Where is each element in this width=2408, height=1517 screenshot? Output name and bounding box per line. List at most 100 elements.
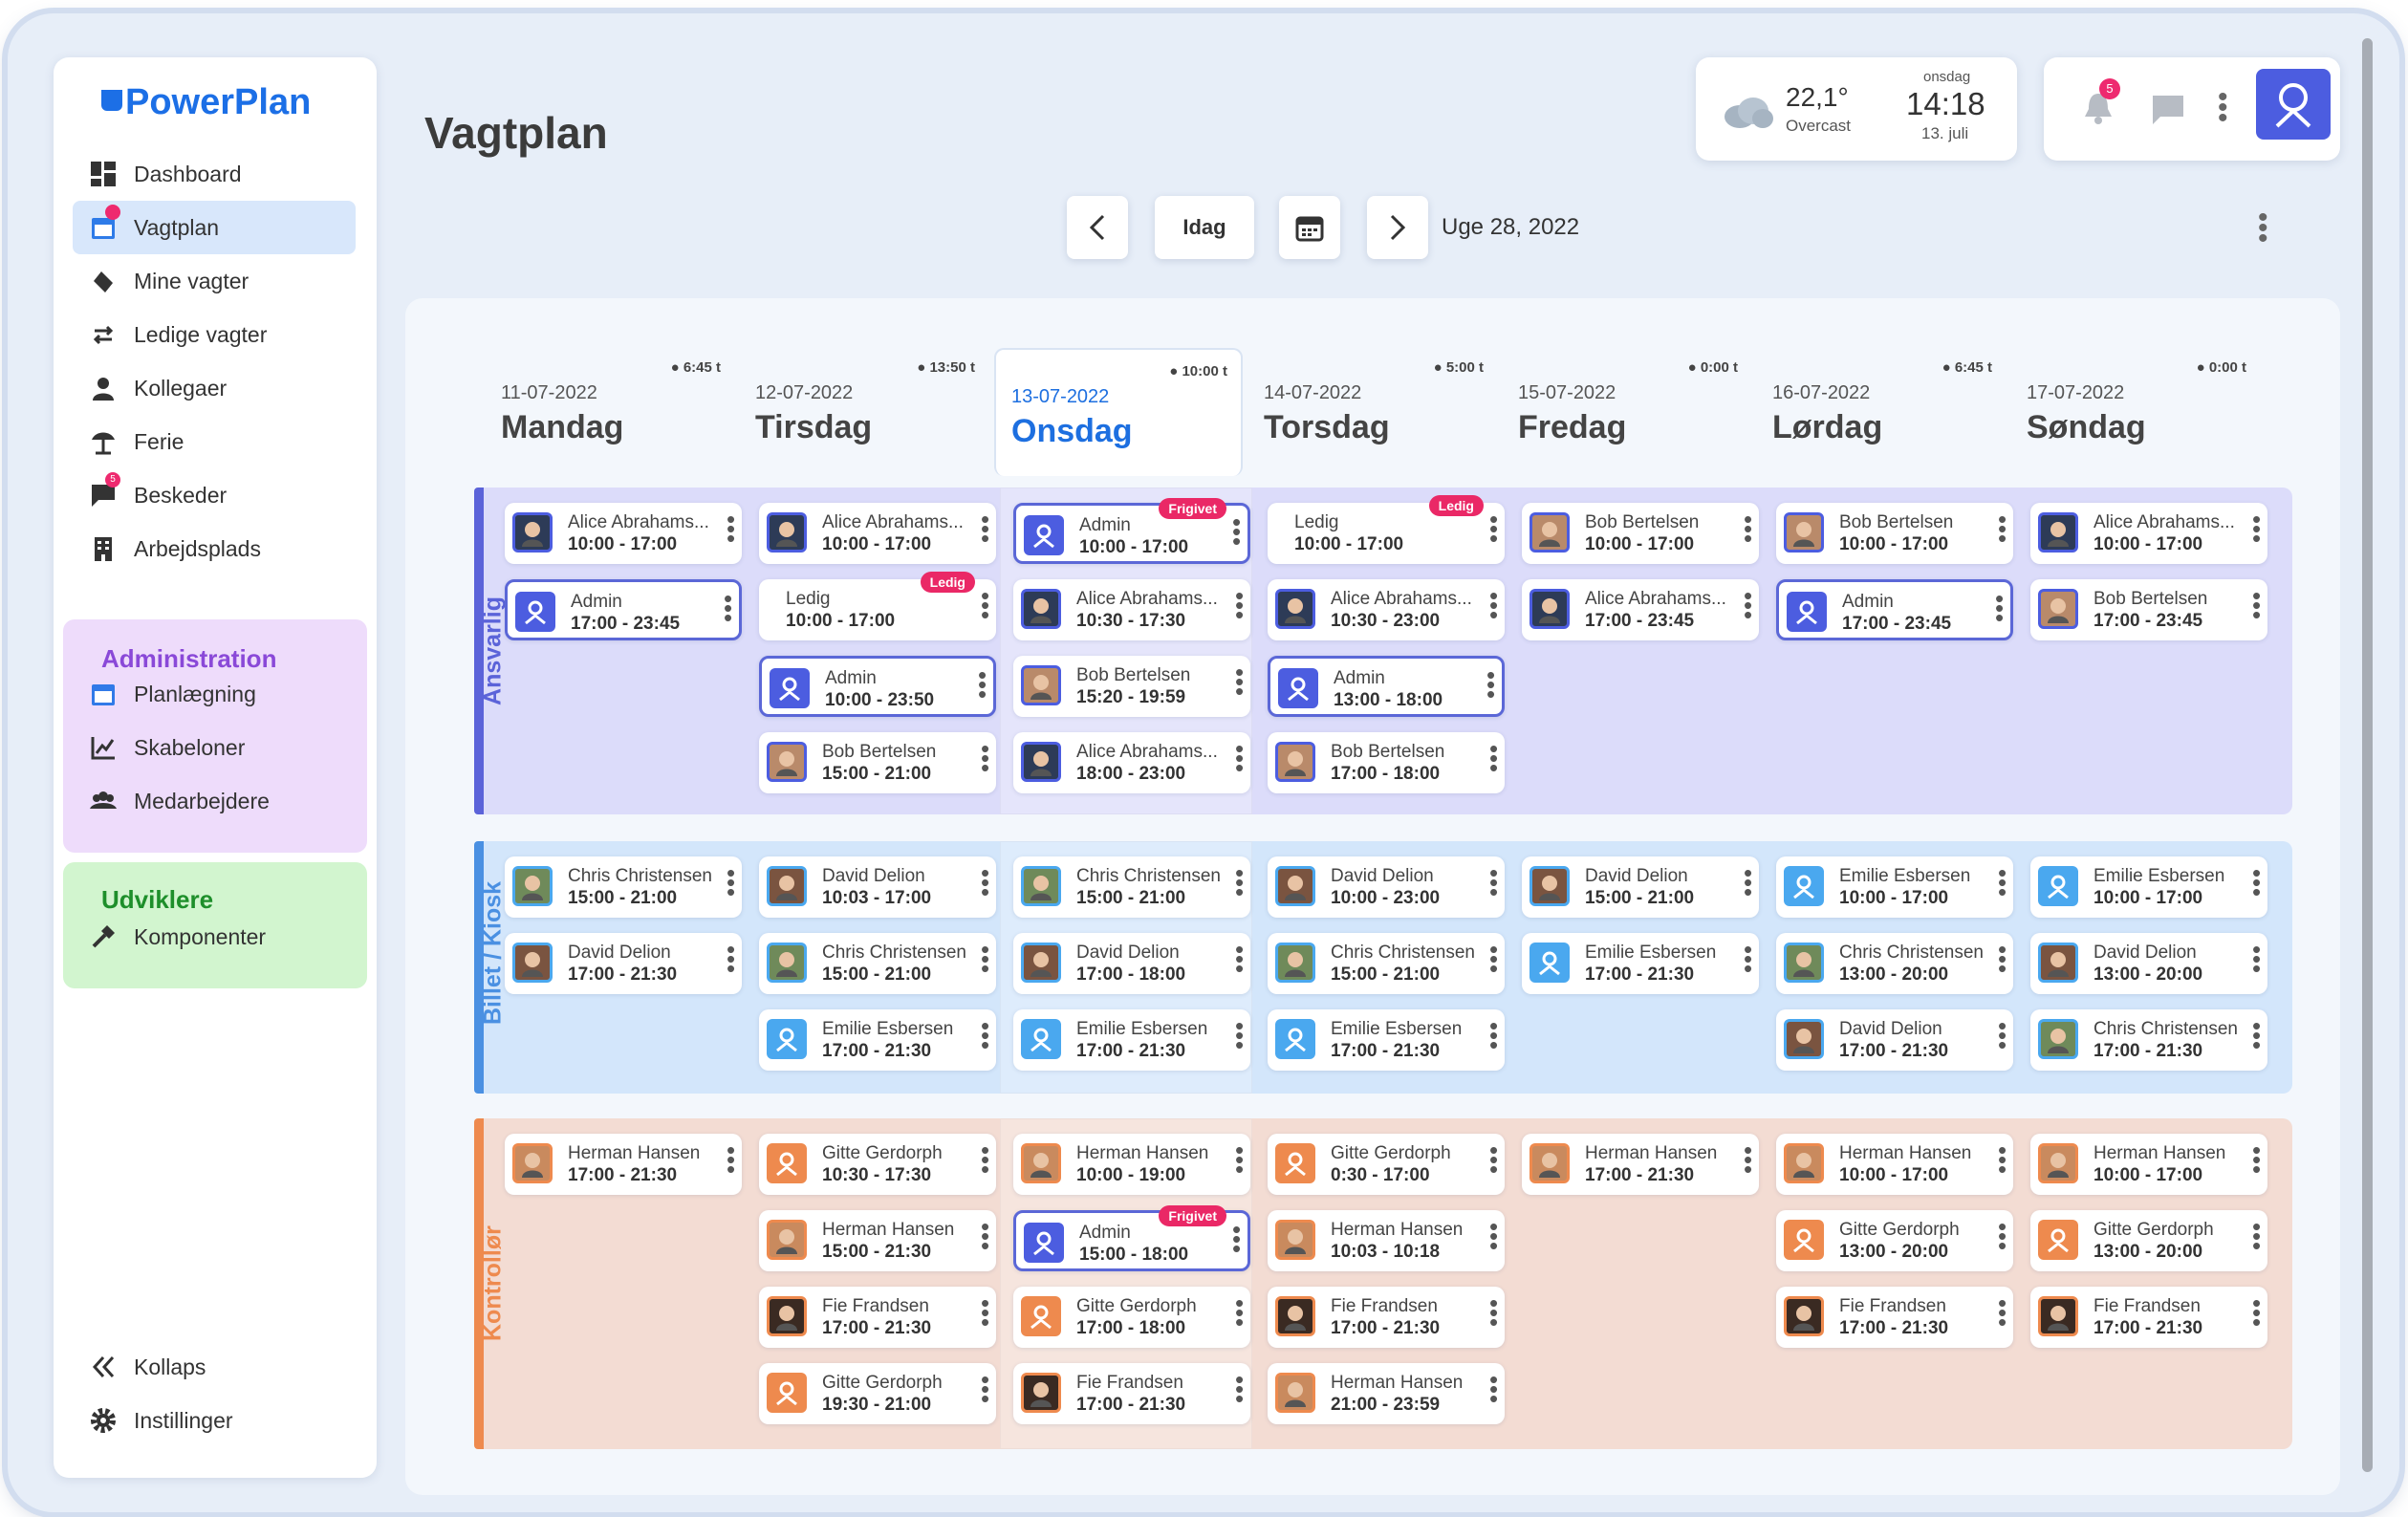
more-icon[interactable]: • • • xyxy=(1998,860,2007,904)
sidebar-item-arbejdsplads[interactable]: Arbejdsplads xyxy=(73,522,356,575)
sidebar-item-mine-vagter[interactable]: Mine vagter xyxy=(73,254,356,308)
shift-card[interactable]: Alice Abrahams... 10:00 - 17:00 • • • xyxy=(2030,503,2267,564)
shift-card[interactable]: Chris Christensen 15:00 - 21:00 • • • xyxy=(1013,856,1250,918)
shift-card[interactable]: David Delion 10:03 - 17:00 • • • xyxy=(759,856,996,918)
more-icon[interactable]: • • • xyxy=(724,586,732,630)
more-icon[interactable]: • • • xyxy=(1235,736,1244,780)
shift-card[interactable]: Herman Hansen 10:00 - 17:00 • • • xyxy=(1776,1134,2013,1195)
more-icon[interactable]: • • • xyxy=(1998,1138,2007,1181)
shift-card[interactable]: Gitte Gerdorph 0:30 - 17:00 • • • xyxy=(1268,1134,1505,1195)
day-header[interactable]: ● 0:00 t 15-07-2022 Fredag xyxy=(1503,346,1751,470)
more-icon[interactable]: • • • xyxy=(727,1138,735,1181)
sidebar-item-beskeder[interactable]: 5 Beskeder xyxy=(73,468,356,522)
admin-item-2[interactable]: Medarbejdere xyxy=(73,774,356,828)
sidebar-item-ledige-vagter[interactable]: Ledige vagter xyxy=(73,308,356,361)
more-icon[interactable]: • • • xyxy=(1998,1214,2007,1258)
more-icon[interactable]: • • • xyxy=(981,1214,989,1258)
shift-card[interactable]: Emilie Esbersen 10:00 - 17:00 • • • xyxy=(1776,856,2013,918)
more-icon[interactable]: • • • xyxy=(2252,507,2261,551)
profile-avatar[interactable] xyxy=(2256,69,2331,140)
shift-card[interactable]: Admin 17:00 - 23:45 • • • xyxy=(1776,579,2013,640)
today-button[interactable]: Idag xyxy=(1155,196,1254,259)
shift-card[interactable]: Fie Frandsen 17:00 - 21:30 • • • xyxy=(1268,1287,1505,1348)
bell-icon[interactable]: 5 xyxy=(2082,78,2120,124)
shift-card[interactable]: Ledig 10:00 - 17:00 • • • Ledig xyxy=(1268,495,1505,564)
shift-card[interactable]: Gitte Gerdorph 13:00 - 20:00 • • • xyxy=(1776,1210,2013,1271)
more-icon[interactable]: • • • xyxy=(981,937,989,981)
more-icon[interactable]: • • • xyxy=(2252,1290,2261,1334)
more-icon[interactable]: • • • xyxy=(1998,1290,2007,1334)
shift-card[interactable]: Chris Christensen 15:00 - 21:00 • • • xyxy=(759,933,996,994)
more-icon[interactable]: • • • xyxy=(1744,937,1752,981)
day-header[interactable]: ● 13:50 t 12-07-2022 Tirsdag xyxy=(740,346,988,470)
shift-card[interactable]: David Delion 15:00 - 21:00 • • • xyxy=(1522,856,1759,918)
more-icon[interactable]: • • • xyxy=(981,1367,989,1411)
scrollbar[interactable] xyxy=(2362,38,2373,1472)
more-icon[interactable]: • • • xyxy=(1235,1013,1244,1057)
more-icon[interactable]: • • • xyxy=(1489,583,1498,627)
shift-card[interactable]: Admin 10:00 - 17:00 • • • Frigivet xyxy=(1013,498,1250,564)
sidebar-item-vagtplan[interactable]: Vagtplan xyxy=(73,201,356,254)
more-icon[interactable]: • • • xyxy=(727,507,735,551)
sidebar-item-ferie[interactable]: Ferie xyxy=(73,415,356,468)
calendar-button[interactable] xyxy=(1279,196,1340,259)
sidebar-item-kollegaer[interactable]: Kollegaer xyxy=(73,361,356,415)
more-icon[interactable]: • • • xyxy=(978,662,987,706)
more-icon[interactable]: • • • xyxy=(1235,660,1244,704)
more-icon[interactable]: • • • xyxy=(1489,1367,1498,1411)
more-icon[interactable]: • • • xyxy=(1489,1290,1498,1334)
shift-card[interactable]: David Delion 17:00 - 21:30 • • • xyxy=(505,933,742,994)
shift-card[interactable]: Bob Bertelsen 10:00 - 17:00 • • • xyxy=(1522,503,1759,564)
more-icon[interactable]: • • • xyxy=(1744,583,1752,627)
shift-card[interactable]: Fie Frandsen 17:00 - 21:30 • • • xyxy=(1013,1363,1250,1424)
shift-card[interactable]: Admin 15:00 - 18:00 • • • Frigivet xyxy=(1013,1205,1250,1271)
more-icon[interactable]: • • • xyxy=(1489,1214,1498,1258)
shift-card[interactable]: Bob Bertelsen 17:00 - 18:00 • • • xyxy=(1268,732,1505,793)
shift-card[interactable]: Herman Hansen 10:03 - 10:18 • • • xyxy=(1268,1210,1505,1271)
shift-card[interactable]: Bob Bertelsen 17:00 - 23:45 • • • xyxy=(2030,579,2267,640)
more-icon[interactable]: • • • xyxy=(1235,860,1244,904)
shift-card[interactable]: Emilie Esbersen 17:00 - 21:30 • • • xyxy=(1522,933,1759,994)
more-icon[interactable]: • • • xyxy=(981,1013,989,1057)
shift-card[interactable]: Ledig 10:00 - 17:00 • • • Ledig xyxy=(759,572,996,640)
shift-card[interactable]: Emilie Esbersen 17:00 - 21:30 • • • xyxy=(1268,1009,1505,1071)
shift-card[interactable]: David Delion 17:00 - 21:30 • • • xyxy=(1776,1009,2013,1071)
more-icon[interactable]: • • • xyxy=(2252,1138,2261,1181)
more-icon[interactable]: • • • xyxy=(1998,937,2007,981)
shift-card[interactable]: Admin 13:00 - 18:00 • • • xyxy=(1268,656,1505,717)
app-logo[interactable]: PowerPlan xyxy=(101,82,311,123)
more-icon[interactable]: • • • xyxy=(727,860,735,904)
dev-item-0[interactable]: Komponenter xyxy=(73,910,356,964)
more-icon[interactable]: • • • xyxy=(1235,1290,1244,1334)
more-icon[interactable]: • • • xyxy=(1486,662,1495,706)
shift-card[interactable]: Alice Abrahams... 10:00 - 17:00 • • • xyxy=(759,503,996,564)
shift-card[interactable]: Chris Christensen 15:00 - 21:00 • • • xyxy=(1268,933,1505,994)
shift-card[interactable]: Gitte Gerdorph 10:30 - 17:30 • • • xyxy=(759,1134,996,1195)
footer-item-1[interactable]: Instillinger xyxy=(73,1394,356,1447)
more-icon[interactable]: • • • xyxy=(1998,1013,2007,1057)
more-icon[interactable]: • • • xyxy=(1235,583,1244,627)
shift-card[interactable]: Fie Frandsen 17:00 - 21:30 • • • xyxy=(2030,1287,2267,1348)
shift-card[interactable]: Alice Abrahams... 10:00 - 17:00 • • • xyxy=(505,503,742,564)
more-icon[interactable]: • • • xyxy=(981,507,989,551)
shift-card[interactable]: Chris Christensen 15:00 - 21:00 • • • xyxy=(505,856,742,918)
sidebar-item-dashboard[interactable]: Dashboard xyxy=(73,147,356,201)
more-icon[interactable]: • • • xyxy=(2252,860,2261,904)
shift-card[interactable]: Gitte Gerdorph 17:00 - 18:00 • • • xyxy=(1013,1287,1250,1348)
shift-card[interactable]: Admin 17:00 - 23:45 • • • xyxy=(505,579,742,640)
chat-icon[interactable] xyxy=(2151,94,2185,126)
more-icon[interactable]: • • • xyxy=(1744,860,1752,904)
shift-card[interactable]: Emilie Esbersen 17:00 - 21:30 • • • xyxy=(1013,1009,1250,1071)
prev-week-button[interactable] xyxy=(1067,196,1128,259)
shift-card[interactable]: Herman Hansen 21:00 - 23:59 • • • xyxy=(1268,1363,1505,1424)
shift-card[interactable]: Admin 10:00 - 23:50 • • • xyxy=(759,656,996,717)
more-icon[interactable]: • • • xyxy=(1489,1138,1498,1181)
shift-card[interactable]: Herman Hansen 10:00 - 17:00 • • • xyxy=(2030,1134,2267,1195)
shift-card[interactable]: Bob Bertelsen 15:00 - 21:00 • • • xyxy=(759,732,996,793)
shift-card[interactable]: David Delion 17:00 - 18:00 • • • xyxy=(1013,933,1250,994)
more-icon[interactable]: • • • xyxy=(1995,586,2004,630)
more-icon[interactable]: • • • xyxy=(1998,507,2007,551)
shift-card[interactable]: Fie Frandsen 17:00 - 21:30 • • • xyxy=(759,1287,996,1348)
day-header[interactable]: ● 5:00 t 14-07-2022 Torsdag xyxy=(1248,346,1497,470)
shift-card[interactable]: Herman Hansen 17:00 - 21:30 • • • xyxy=(1522,1134,1759,1195)
